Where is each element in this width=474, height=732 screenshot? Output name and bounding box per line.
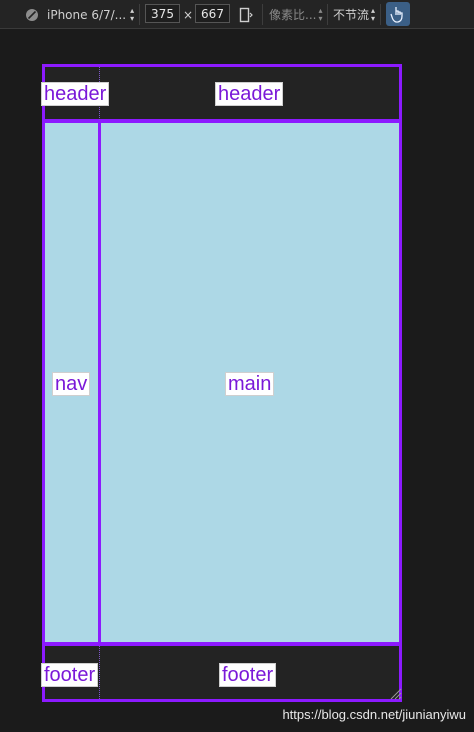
toolbar-separator xyxy=(262,4,263,25)
toolbar-separator xyxy=(139,4,140,25)
device-select[interactable]: iPhone 6/7/... ▴ ▾ xyxy=(47,0,134,29)
watermark: https://blog.csdn.net/jiunianyiwu xyxy=(282,707,466,722)
dropdown-arrow-icon: ▴ ▾ xyxy=(130,5,135,23)
dimension-times: × xyxy=(183,7,194,22)
grid-label-main: main xyxy=(225,372,275,396)
pixel-ratio-select[interactable]: 像素比... ▴ ▾ xyxy=(269,0,322,29)
dropdown-arrow-icon: ▴ ▾ xyxy=(371,5,376,23)
width-input[interactable]: 375 xyxy=(145,4,180,23)
hand-pointer-icon xyxy=(390,7,403,23)
grid-label-footer: footer xyxy=(219,663,277,687)
pixel-ratio-label: 像素比... xyxy=(269,8,317,22)
grid-label-nav: nav xyxy=(52,372,91,396)
device-toolbar: iPhone 6/7/... ▴ ▾ 375 × 667 像素比... ▴ ▾ 不节… xyxy=(0,0,474,29)
device-name: iPhone 6/7/... xyxy=(47,7,127,22)
toolbar-separator xyxy=(327,4,328,25)
device-viewport xyxy=(42,64,402,702)
rotate-icon[interactable] xyxy=(239,0,253,29)
grid-column-line xyxy=(99,646,100,699)
grid-label-header-left: header xyxy=(41,82,110,106)
grid-label-header: header xyxy=(215,82,284,106)
dropdown-arrow-icon: ▴ ▾ xyxy=(318,5,323,23)
resize-handle-icon[interactable] xyxy=(390,688,402,700)
touch-emulation-button[interactable] xyxy=(386,2,410,26)
disable-icon[interactable] xyxy=(25,0,39,29)
throttle-label: 不节流 xyxy=(333,8,370,22)
height-input[interactable]: 667 xyxy=(195,4,230,23)
throttle-select[interactable]: 不节流 ▴ ▾ xyxy=(333,0,375,29)
toolbar-separator xyxy=(380,4,381,25)
grid-label-footer-left: footer xyxy=(41,663,99,687)
